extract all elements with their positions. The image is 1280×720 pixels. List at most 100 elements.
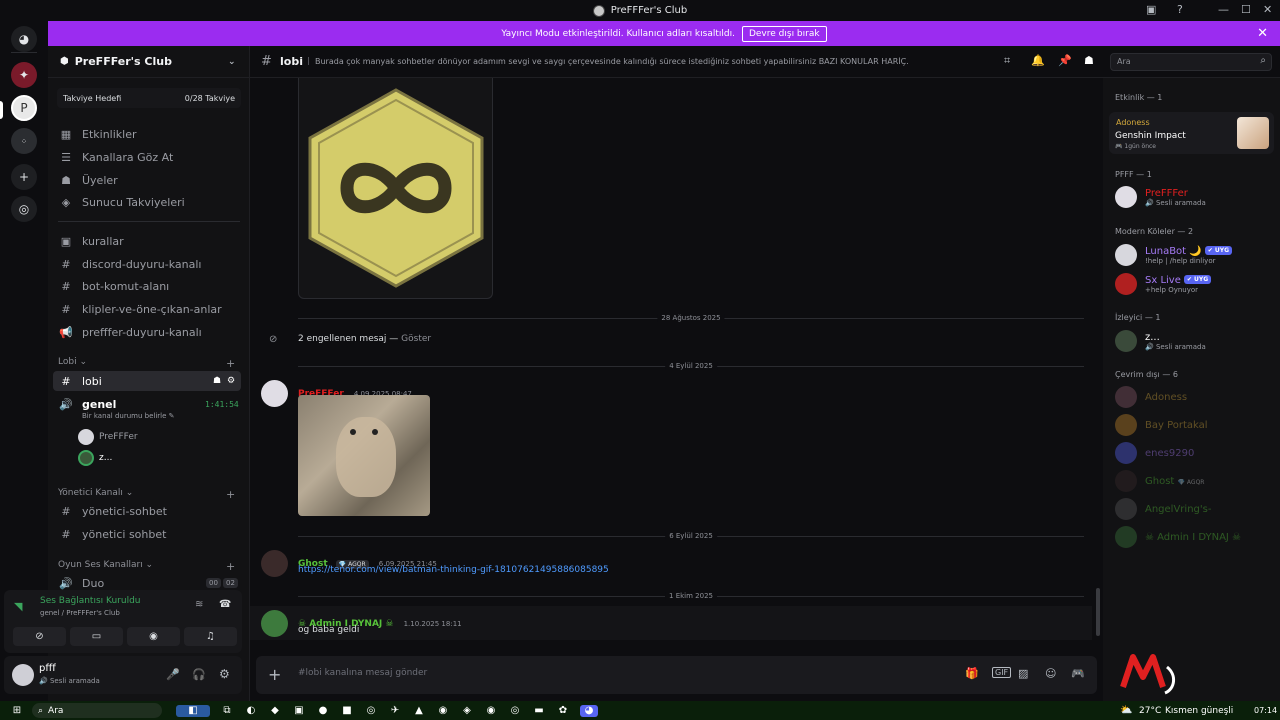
member-offline[interactable]: Adoness	[1115, 384, 1187, 410]
member-offline[interactable]: Ghost 💎 AGQR	[1115, 468, 1204, 494]
app-launcher-icon[interactable]: 🎮	[1071, 667, 1085, 680]
search-input[interactable]: Ara ⌕	[1110, 53, 1272, 71]
maximize-button[interactable]: ☐	[1241, 3, 1251, 16]
attach-plus-icon[interactable]: +	[268, 665, 281, 684]
app-icon[interactable]: ✈	[388, 705, 402, 717]
clock[interactable]: 07:14	[1254, 706, 1277, 715]
server-folder-icon[interactable]: ⁘	[11, 128, 37, 154]
close-window-button[interactable]: ✕	[1263, 3, 1272, 16]
pin-icon[interactable]: 📌	[1058, 54, 1072, 67]
bell-icon[interactable]: 🔔	[1031, 54, 1045, 67]
task-view-icon[interactable]: ⧉	[220, 705, 234, 717]
show-blocked-link[interactable]: Göster	[401, 334, 431, 344]
server-header[interactable]: ⬢ PreFFFer's Club ⌄	[48, 46, 249, 78]
discord-home-icon[interactable]: ◕	[11, 26, 37, 52]
category-yonetici[interactable]: Yönetici Kanalı ⌄ +	[58, 488, 235, 501]
add-channel-icon[interactable]: +	[226, 560, 235, 573]
weather-temp[interactable]: 27°C	[1139, 706, 1161, 716]
channel-yonetici-sohbet[interactable]: # yönetici-sohbet	[58, 501, 167, 521]
user-settings-gear-icon[interactable]: ⚙	[219, 667, 230, 681]
app-icon[interactable]: ●	[316, 705, 330, 717]
weather-text[interactable]: Kısmen güneşli	[1165, 706, 1233, 716]
member-offline[interactable]: enes9290	[1115, 440, 1194, 466]
close-banner-icon[interactable]: ✕	[1257, 26, 1268, 41]
threads-icon[interactable]: ⌗	[1004, 54, 1010, 68]
avatar[interactable]	[261, 610, 288, 637]
server-icon-prefffer[interactable]: P	[11, 95, 37, 121]
app-icon[interactable]: ◎	[508, 705, 522, 717]
member-z[interactable]: z... 🔊 Sesli aramada	[1115, 328, 1206, 354]
activities-button[interactable]: ◉	[127, 627, 180, 646]
member-list-icon[interactable]: ☗	[1084, 54, 1094, 67]
edge-icon[interactable]: ◐	[244, 705, 258, 717]
taskbar-search[interactable]: ⌕ Ara	[32, 703, 162, 718]
member-offline[interactable]: AngelVring's-	[1115, 496, 1211, 522]
message-input[interactable]: #lobi kanalına mesaj gönder	[298, 668, 427, 678]
boost-goal[interactable]: Takviye Hedefi 0/28 Takviye	[57, 88, 241, 108]
avatar[interactable]	[261, 380, 288, 407]
scrollbar[interactable]	[1096, 588, 1100, 636]
activity-card[interactable]: Adoness Genshin Impact 🎮 1gün önce	[1109, 112, 1274, 154]
signal-icon[interactable]: ◥	[14, 600, 22, 613]
voice-connection-title[interactable]: Ses Bağlantısı Kuruldu	[40, 596, 140, 606]
emoji-icon[interactable]: ☺	[1045, 667, 1056, 680]
inbox-icon[interactable]: ▣	[1146, 3, 1156, 16]
chrome-icon[interactable]: ◉	[436, 705, 450, 717]
nav-events[interactable]: ▦ Etkinlikler	[58, 124, 137, 144]
chevron-down-icon[interactable]: ⌄	[228, 57, 236, 67]
gift-icon[interactable]: 🎁	[965, 667, 979, 680]
sticker-icon[interactable]: ▨	[1018, 667, 1028, 680]
help-icon[interactable]: ?	[1177, 3, 1183, 16]
member-prefffer[interactable]: PreFFFer 🔊 Sesli aramada	[1115, 184, 1206, 210]
tenor-link[interactable]: https://tenor.com/view/batman-thinking-g…	[298, 565, 609, 575]
user-name[interactable]: pfff	[39, 663, 56, 674]
channel-yonetici-sohbet-2[interactable]: # yönetici sohbet	[58, 524, 166, 544]
voice-user-z[interactable]: z...	[78, 448, 112, 468]
add-channel-icon[interactable]: +	[226, 488, 235, 501]
channel-topic[interactable]: Burada çok manyak sohbetler dönüyor adam…	[315, 57, 975, 66]
microphone-icon[interactable]: 🎤	[166, 668, 180, 681]
app-icon[interactable]: ◈	[460, 705, 474, 717]
app-icon[interactable]: ◆	[268, 705, 282, 717]
add-channel-icon[interactable]: +	[226, 357, 235, 370]
camera-off-button[interactable]: ⊘	[13, 627, 66, 646]
invite-icon[interactable]: ☗	[213, 376, 221, 386]
windows-start-icon[interactable]: ⊞	[10, 705, 24, 717]
embed-image[interactable]	[298, 78, 493, 299]
category-lobi[interactable]: Lobi ⌄ +	[58, 357, 235, 370]
nav-server-boosts[interactable]: ◈ Sunucu Takviyeleri	[58, 192, 185, 212]
prairie-dog-image[interactable]	[298, 395, 430, 516]
gif-icon[interactable]: GIF	[992, 667, 1012, 678]
minimize-button[interactable]: —	[1218, 3, 1229, 16]
voice-channel-genel[interactable]: 🔊 genel 1:41:54	[58, 394, 239, 414]
app-icon[interactable]: ▲	[412, 705, 426, 717]
category-oyun-ses[interactable]: Oyun Ses Kanalları ⌄ +	[58, 560, 235, 573]
channel-bot-komut[interactable]: # bot-komut-alanı	[58, 276, 169, 296]
avatar[interactable]	[12, 664, 34, 686]
soundboard-button[interactable]: ♫	[184, 627, 237, 646]
noise-suppression-icon[interactable]: ≋	[195, 599, 203, 610]
member-lunabot[interactable]: LunaBot 🌙 ✔ UYG !help | /help dinliyor	[1115, 242, 1233, 268]
nav-browse-channels[interactable]: ☰ Kanallara Göz At	[58, 147, 173, 167]
channel-kurallar[interactable]: ▣ kurallar	[58, 231, 124, 251]
chrome-icon[interactable]: ◉	[484, 705, 498, 717]
nav-members[interactable]: ☗ Üyeler	[58, 170, 118, 190]
member-offline[interactable]: Bay Portakal	[1115, 412, 1208, 438]
settings-gear-icon[interactable]: ⚙	[227, 376, 235, 386]
avatar[interactable]	[261, 550, 288, 577]
server-icon-red[interactable]: ✦	[11, 62, 37, 88]
app-icon[interactable]: ✿	[556, 705, 570, 717]
app-icon[interactable]: ◎	[364, 705, 378, 717]
app-icon[interactable]: ▣	[292, 705, 306, 717]
add-server-icon[interactable]: +	[11, 164, 37, 190]
app-icon[interactable]: ■	[340, 705, 354, 717]
disable-streamer-mode-button[interactable]: Devre dışı bırak	[741, 25, 827, 42]
headphones-icon[interactable]: 🎧	[192, 668, 206, 681]
screen-share-button[interactable]: ▭	[70, 627, 123, 646]
member-offline[interactable]: ☠ Admin I DYNAJ ☠	[1115, 524, 1241, 550]
member-sxlive[interactable]: Sx Live ✔ UYG +help Oynuyor	[1115, 271, 1212, 297]
disconnect-icon[interactable]: ☎	[219, 599, 231, 610]
channel-lobi[interactable]: # lobi ☗ ⚙	[53, 371, 241, 391]
widgets-icon[interactable]: ◧	[176, 704, 210, 717]
channel-klipler[interactable]: # klipler-ve-öne-çıkan-anlar	[58, 299, 221, 319]
